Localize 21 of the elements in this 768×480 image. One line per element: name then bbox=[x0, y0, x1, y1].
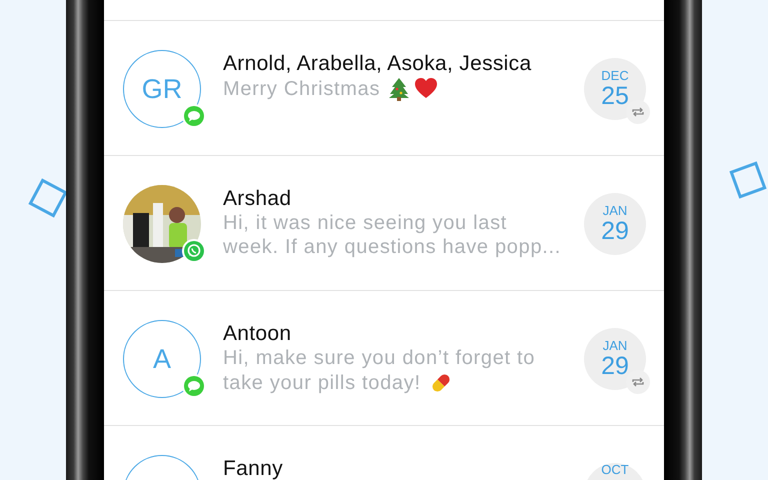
message-preview: Hi, it was nice seeing you last bbox=[223, 212, 508, 234]
date-badge: JAN 29 bbox=[584, 328, 646, 390]
message-badge-icon bbox=[181, 103, 207, 129]
contact-name: Antoon bbox=[223, 321, 292, 347]
message-preview: take your pills today! bbox=[223, 372, 421, 394]
christmas-tree-icon bbox=[388, 77, 410, 101]
date-badge: JAN 29 bbox=[584, 193, 646, 255]
contact-name: Fanny bbox=[223, 456, 284, 480]
contact-name: Arnold, Arabella, Asoka, Jessica bbox=[223, 51, 532, 77]
message-preview: week. If any questions have popp... bbox=[223, 236, 562, 258]
message-badge-icon bbox=[181, 373, 207, 399]
message-preview: Merry Christmas bbox=[223, 78, 380, 100]
repeat-icon bbox=[631, 107, 645, 117]
date-badge: DEC 25 bbox=[584, 58, 646, 120]
message-preview: Hi, make sure you don’t forget to bbox=[223, 347, 536, 369]
avatar-initials: A bbox=[152, 344, 171, 374]
whatsapp-badge-icon bbox=[181, 238, 207, 264]
avatar-initials: GR bbox=[142, 74, 182, 104]
heart-icon bbox=[414, 77, 438, 99]
contact-name: Arshad bbox=[223, 186, 292, 212]
repeat-icon bbox=[631, 377, 645, 387]
